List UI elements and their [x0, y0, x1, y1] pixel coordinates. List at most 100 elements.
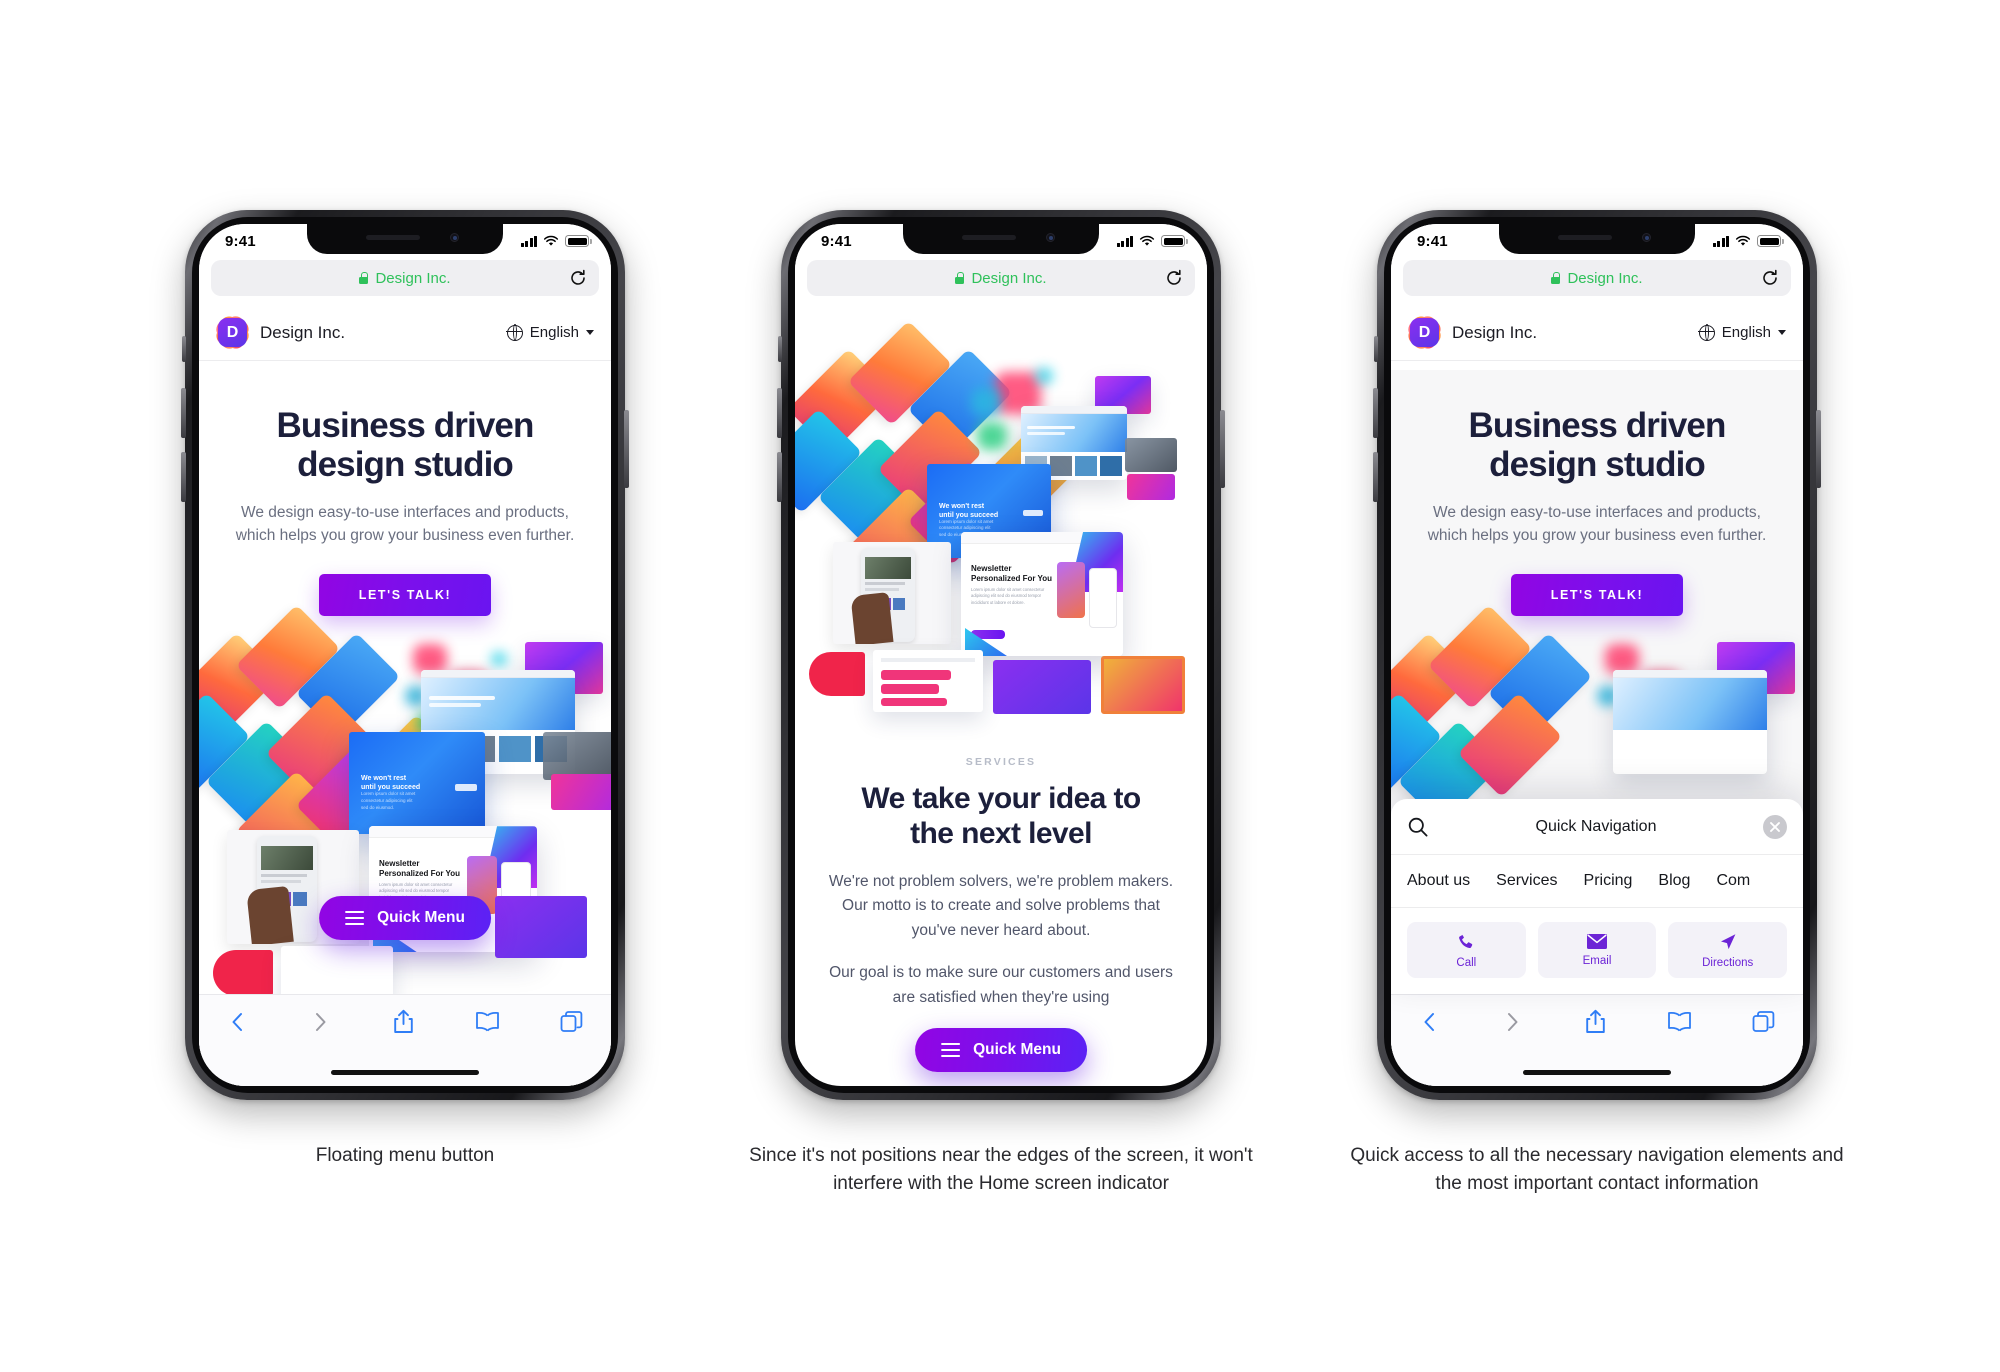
share-icon[interactable] [1584, 1009, 1607, 1034]
silent-switch[interactable] [778, 336, 782, 362]
url-bar-container: Design Inc. [199, 258, 611, 305]
status-time: 9:41 [1417, 232, 1448, 250]
envelope-icon [1587, 934, 1607, 949]
collage-tile [551, 774, 611, 811]
reload-icon[interactable] [1165, 269, 1183, 287]
url-bar[interactable]: Design Inc. [211, 260, 599, 296]
collage-browser-window [1613, 670, 1767, 775]
directions-button[interactable]: Directions [1668, 922, 1788, 978]
reload-icon[interactable] [1761, 269, 1779, 287]
nav-link-services[interactable]: Services [1496, 872, 1557, 890]
phone-screen: 9:41 Design Inc. [1391, 224, 1803, 1086]
email-button[interactable]: Email [1537, 922, 1657, 978]
quick-menu-label: Quick Menu [377, 909, 465, 926]
silent-switch[interactable] [1374, 336, 1378, 362]
phone-icon [1459, 933, 1473, 948]
phone-mockup-3: 9:41 Design Inc. D Design Inc. English B… [1373, 210, 1821, 1100]
chevron-right-icon[interactable] [309, 1011, 331, 1033]
close-icon[interactable] [1763, 814, 1787, 839]
front-camera-icon [1642, 233, 1651, 242]
reload-icon[interactable] [569, 269, 587, 287]
hero-section: Business driven design studio We design … [199, 370, 611, 617]
nav-link-pricing[interactable]: Pricing [1584, 872, 1633, 890]
lock-icon [1551, 272, 1561, 284]
chevron-down-icon [586, 330, 594, 335]
url-bar[interactable]: Design Inc. [807, 260, 1195, 296]
logo-letter: D [1418, 323, 1431, 341]
hero-body: We design easy-to-use interfaces and pro… [235, 504, 575, 545]
collage-tile [1125, 438, 1177, 472]
globe-icon [506, 324, 523, 341]
wifi-icon [1139, 235, 1155, 246]
hero-title-line-1: Business driven [1468, 406, 1727, 445]
url-bar-container: Design Inc. [1391, 258, 1803, 305]
collage-tile [213, 950, 273, 997]
chevron-right-icon[interactable] [1501, 1011, 1523, 1033]
power-button[interactable] [1816, 410, 1821, 488]
safari-toolbar [1391, 994, 1803, 1086]
home-screen-indicator [331, 1070, 479, 1075]
globe-icon [1698, 324, 1715, 341]
notch [1499, 224, 1695, 254]
collage-hand-photo [833, 542, 951, 644]
language-selector[interactable]: English [1698, 324, 1786, 341]
url-text: Design Inc. [375, 269, 451, 287]
brand[interactable]: D Design Inc. [213, 313, 345, 352]
battery-icon [1757, 235, 1784, 247]
quick-menu-button[interactable]: Quick Menu [915, 1028, 1087, 1072]
call-label: Call [1456, 956, 1477, 969]
language-selector[interactable]: English [506, 324, 594, 341]
page-content-2: We won't rest until you succeed Lorem ips… [795, 314, 1207, 1011]
volume-down-button[interactable] [1373, 452, 1378, 502]
hamburger-icon [941, 1042, 961, 1058]
url-text: Design Inc. [1567, 269, 1643, 287]
volume-up-button[interactable] [1373, 388, 1378, 438]
share-icon[interactable] [392, 1009, 415, 1034]
hero-body: We design easy-to-use interfaces and pro… [1427, 504, 1767, 545]
status-indicators [1116, 235, 1188, 247]
quick-menu-button[interactable]: Quick Menu [319, 896, 491, 940]
tabs-icon[interactable] [560, 1010, 583, 1033]
front-camera-icon [1046, 233, 1055, 242]
wifi-icon [1735, 235, 1751, 246]
collage-newsletter-card: Newsletter Personalized For You Lorem ips… [961, 532, 1123, 656]
lets-talk-button[interactable]: LET'S TALK! [318, 574, 492, 617]
phone-screen: 9:41 Design Inc. [199, 224, 611, 1086]
services-title-line-1: We take your idea to [861, 782, 1141, 815]
brand[interactable]: D Design Inc. [1405, 313, 1537, 352]
status-time: 9:41 [225, 232, 256, 250]
collage-tile [873, 650, 983, 712]
logo-icon: D [1405, 313, 1444, 352]
nav-link-blog[interactable]: Blog [1658, 872, 1690, 890]
battery-icon [1161, 235, 1188, 247]
directions-label: Directions [1702, 956, 1754, 969]
silent-switch[interactable] [182, 336, 186, 362]
power-button[interactable] [1220, 410, 1225, 488]
power-button[interactable] [624, 410, 629, 488]
volume-up-button[interactable] [777, 388, 782, 438]
site-header: D Design Inc. English [1391, 305, 1803, 361]
volume-down-button[interactable] [181, 452, 186, 502]
battery-icon [565, 235, 592, 247]
nav-link-about-us[interactable]: About us [1407, 872, 1470, 890]
tabs-icon[interactable] [1752, 1010, 1775, 1033]
url-bar[interactable]: Design Inc. [1403, 260, 1791, 296]
book-icon[interactable] [1667, 1011, 1692, 1032]
url-bar-container: Design Inc. [795, 258, 1207, 305]
book-icon[interactable] [475, 1011, 500, 1032]
services-title-line-2: the next level [910, 816, 1092, 850]
hero-title-line-1: Business driven [276, 406, 535, 445]
cellular-signal-icon [1712, 235, 1729, 247]
lets-talk-button[interactable]: LET'S TALK! [1510, 574, 1684, 617]
call-button[interactable]: Call [1407, 922, 1526, 978]
chevron-left-icon[interactable] [1419, 1011, 1441, 1033]
portfolio-collage: We won't rest until you succeed Lorem ips… [795, 320, 1207, 730]
search-icon[interactable] [1407, 816, 1429, 838]
volume-down-button[interactable] [777, 452, 782, 502]
nav-link-contacts[interactable]: Com [1716, 872, 1750, 890]
volume-up-button[interactable] [181, 388, 186, 438]
chevron-left-icon[interactable] [227, 1011, 249, 1033]
cellular-signal-icon [520, 235, 537, 247]
home-screen-indicator [1523, 1070, 1671, 1075]
page-viewport-2: We won't rest until you succeed Lorem ips… [795, 314, 1207, 1086]
